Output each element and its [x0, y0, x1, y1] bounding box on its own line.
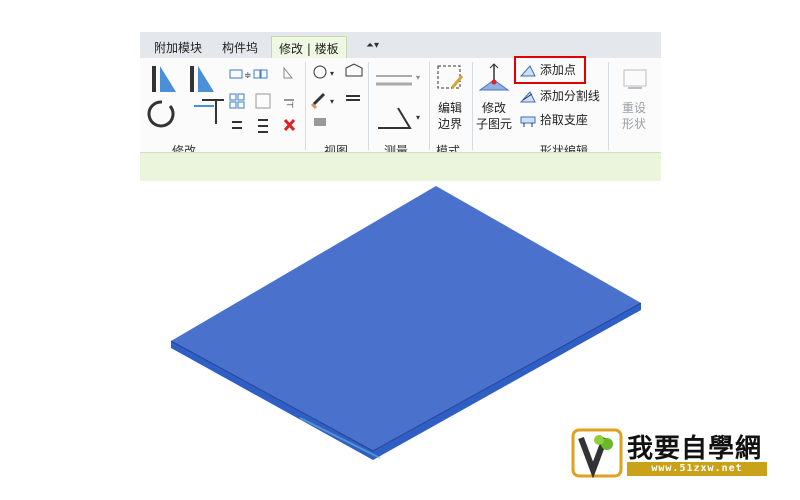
- thin-lines-icon: [346, 95, 360, 101]
- group-separator: [608, 62, 609, 150]
- svg-text:▾: ▾: [330, 97, 334, 106]
- delete-icon: [283, 118, 296, 132]
- offset-icon: [190, 66, 214, 92]
- measure-tools-icons[interactable]: ▾ ▾: [372, 64, 426, 134]
- svg-text:▾: ▾: [330, 69, 334, 78]
- pick-supports-icon: [520, 116, 536, 127]
- add-split-line-icon: [519, 90, 536, 102]
- svg-text:≑: ≑: [244, 71, 252, 81]
- watermark-text: 我要自學網: [627, 434, 763, 464]
- view-tools-icons[interactable]: ▾ ▾: [310, 62, 370, 132]
- ribbon: 附加模块 构件坞 修改 | 楼板 ⏶▾ ≑ ⊣ 修改 ▾ ▾ 视图 ▾ ▾ 测量: [140, 32, 661, 181]
- add-split-line-label: 添加分割线: [539, 89, 600, 103]
- modify-tools-icons[interactable]: ≑ ⊣: [140, 60, 300, 136]
- edit-boundary-button[interactable]: 编辑 边界: [434, 100, 466, 132]
- svg-text:▾: ▾: [416, 73, 420, 82]
- add-point-label: 添加点: [539, 63, 576, 77]
- group-separator: [429, 62, 430, 150]
- rotate-icon: [147, 100, 175, 128]
- reset-shape-label-line2: 形状: [621, 117, 646, 131]
- edit-boundary-label-line1: 编辑: [437, 101, 462, 115]
- house-hide-icon: [345, 63, 363, 77]
- group-separator: [305, 62, 306, 150]
- trim-icon: [194, 99, 224, 124]
- watermark-logo: 我要自學網 www.51zxw.net: [571, 428, 768, 479]
- angle-dimension-icon: ▾: [378, 107, 420, 129]
- reset-shape-label-line1: 重设: [621, 101, 646, 115]
- modify-subelements-label-line1: 修改: [481, 101, 506, 115]
- ribbon-options-dropdown[interactable]: ⏶▾: [366, 40, 379, 51]
- array-icon: [229, 93, 245, 109]
- logo-badge-icon: [571, 428, 623, 479]
- pin-icon: ⊣: [284, 99, 294, 111]
- mirror-icon: [283, 66, 294, 79]
- edit-boundary-label-line2: 边界: [437, 117, 462, 131]
- group-separator: [472, 62, 473, 150]
- add-point-button[interactable]: 添加点: [519, 61, 576, 79]
- paint-brush-icon: ▾: [310, 92, 334, 110]
- svg-text:▾: ▾: [416, 113, 420, 122]
- ribbon-tab-bar: 附加模块 构件坞 修改 | 楼板 ⏶▾: [140, 32, 661, 59]
- svg-text:⊣: ⊣: [286, 101, 294, 111]
- floor-slab[interactable]: [170, 186, 642, 460]
- tab-modify-floor[interactable]: 修改 | 楼板: [271, 36, 347, 58]
- lightbulb-icon: ▾: [313, 65, 334, 79]
- split-gap-icon: [258, 119, 268, 133]
- edit-boundary-icon[interactable]: [432, 62, 472, 102]
- reset-shape-icon: [623, 69, 647, 89]
- split-icon: [232, 121, 242, 129]
- add-split-line-button[interactable]: 添加分割线: [519, 87, 600, 105]
- modify-subelements-icon[interactable]: [476, 62, 512, 102]
- watermark-url: www.51zxw.net: [627, 462, 767, 476]
- tab-addins[interactable]: 附加模块: [154, 39, 202, 56]
- align-icon: [152, 66, 176, 92]
- ribbon-panel-footer: [140, 152, 661, 181]
- tab-component-dock[interactable]: 构件坞: [222, 39, 258, 56]
- group-separator: [368, 62, 369, 150]
- measure-distance-icon: ▾: [376, 73, 420, 86]
- move-icon: ≑: [229, 69, 252, 81]
- demolish-icon: [314, 118, 326, 126]
- scale-icon: [255, 93, 271, 109]
- modify-subelements-button[interactable]: 修改 子图元: [474, 100, 514, 132]
- modify-subelements-label-line2: 子图元: [475, 117, 512, 131]
- pick-supports-label: 拾取支座: [539, 113, 588, 127]
- add-point-icon: [519, 64, 536, 76]
- copy-icon: [253, 69, 268, 79]
- pick-supports-button[interactable]: 拾取支座: [520, 111, 588, 129]
- reset-shape-button[interactable]: 重设 形状: [618, 100, 650, 132]
